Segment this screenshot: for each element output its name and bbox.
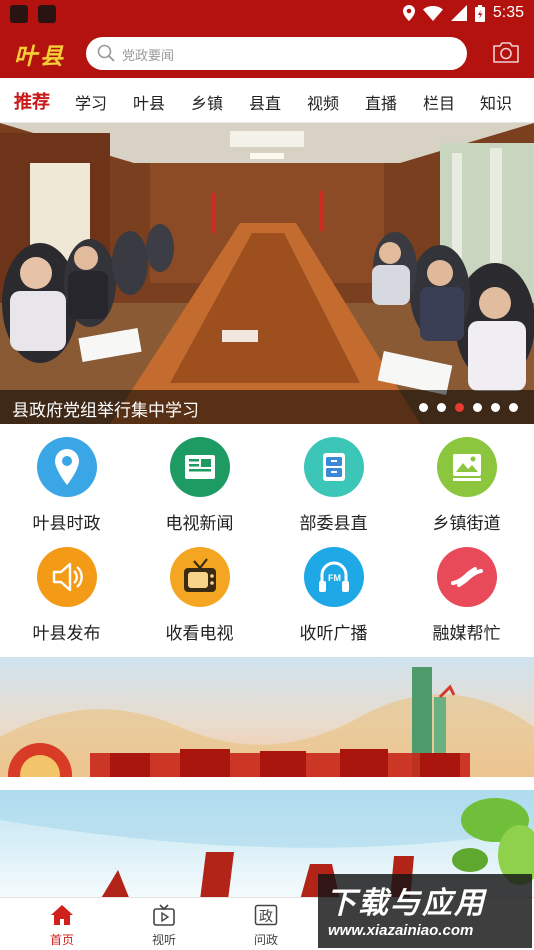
nav-audiovisual[interactable]: 视听 (134, 904, 194, 948)
grid-item-label: 部委县直 (299, 514, 368, 534)
grid-item-label: 电视新闻 (165, 514, 234, 534)
grid-item-label: 叶县发布 (32, 624, 101, 644)
location-icon (402, 5, 415, 21)
grid-item-watch-tv[interactable]: 收看电视 (133, 547, 266, 644)
nav-label: 问政 (253, 933, 278, 947)
promo-banner-party[interactable] (0, 657, 534, 777)
tab-yexian[interactable]: 叶县 (133, 90, 165, 114)
search-icon (97, 44, 115, 62)
grid-item-yexian-politics[interactable]: 叶县时政 (0, 437, 133, 534)
carousel-dot[interactable] (473, 403, 482, 412)
home-icon (51, 905, 73, 925)
tab-recommend[interactable]: 推荐 (14, 88, 50, 114)
grid-item-label: 叶县时政 (32, 514, 101, 534)
carousel-caption: 县政府党组举行集中学习 (12, 401, 199, 421)
grid-item-label: 融媒帮忙 (432, 624, 501, 644)
carousel-indicator (419, 403, 518, 412)
nav-label: 视听 (151, 933, 176, 947)
svg-text:FM: FM (328, 573, 341, 583)
retro-tv-icon (169, 547, 230, 607)
cell-signal-icon (450, 5, 467, 21)
carousel-dot[interactable] (419, 403, 428, 412)
site-watermark: 下载与应用 www.xiazainiao.com (318, 874, 532, 948)
grid-item-label: 收听广播 (299, 624, 368, 644)
app-header: 叶县 党政要闻 (0, 28, 534, 78)
nav-inquiry[interactable]: 政 问政 (236, 904, 296, 948)
grid-item-label: 收看电视 (165, 624, 234, 644)
tab-knowledge[interactable]: 知识 (480, 90, 512, 114)
grid-item-listen-radio[interactable]: FM 收听广播 (267, 547, 400, 644)
carousel-dot[interactable] (437, 403, 446, 412)
app-logo: 叶县 (14, 43, 66, 70)
carousel-dot[interactable] (509, 403, 518, 412)
search-input[interactable]: 党政要闻 (86, 37, 467, 70)
government-icon: 政 (254, 904, 278, 926)
tab-columns[interactable]: 栏目 (423, 90, 455, 114)
tab-county-departments[interactable]: 县直 (249, 90, 281, 114)
tv-news-icon (169, 437, 230, 497)
helping-hands-icon (436, 547, 497, 607)
search-placeholder: 党政要闻 (122, 49, 175, 64)
battery-icon (474, 4, 485, 22)
carousel-dot-active[interactable] (455, 403, 464, 412)
grid-item-county-departments[interactable]: 部委县直 (267, 437, 400, 534)
wifi-icon (422, 5, 443, 21)
nav-home[interactable]: 首页 (32, 904, 92, 948)
meeting-photo (0, 123, 534, 424)
status-time: 5:35 (492, 4, 524, 21)
category-tabs: 推荐 学习 叶县 乡镇 县直 视频 直播 栏目 知识 (0, 78, 534, 123)
watermark-title: 下载与应用 (326, 886, 486, 921)
grid-item-yexian-release[interactable]: 叶县发布 (0, 547, 133, 644)
fm-radio-icon: FM (303, 547, 364, 607)
tab-video[interactable]: 视频 (307, 90, 339, 114)
news-carousel[interactable]: 县政府党组举行集中学习 (0, 123, 534, 424)
cabinet-icon (303, 437, 364, 497)
tab-towns[interactable]: 乡镇 (191, 90, 223, 114)
promo-banner-image (0, 667, 534, 777)
notification-icon (38, 5, 56, 23)
svg-text:政: 政 (259, 909, 273, 925)
grid-item-media-help[interactable]: 融媒帮忙 (400, 547, 533, 644)
video-icon (153, 904, 175, 926)
tab-study[interactable]: 学习 (75, 90, 107, 114)
status-bar: 5:35 (0, 0, 534, 28)
carousel-caption-bar: 县政府党组举行集中学习 (0, 390, 534, 424)
tab-live[interactable]: 直播 (365, 90, 397, 114)
watermark-url: www.xiazainiao.com (328, 922, 474, 939)
nav-label: 首页 (49, 933, 74, 947)
location-pin-icon (36, 437, 97, 497)
carousel-dot[interactable] (491, 403, 500, 412)
camera-icon[interactable] (492, 40, 520, 64)
grid-item-label: 乡镇街道 (432, 514, 501, 534)
speaker-icon (36, 547, 97, 607)
notification-icon (10, 5, 28, 23)
landscape-icon (436, 437, 497, 497)
grid-item-towns-streets[interactable]: 乡镇街道 (400, 437, 533, 534)
grid-item-tv-news[interactable]: 电视新闻 (133, 437, 266, 534)
